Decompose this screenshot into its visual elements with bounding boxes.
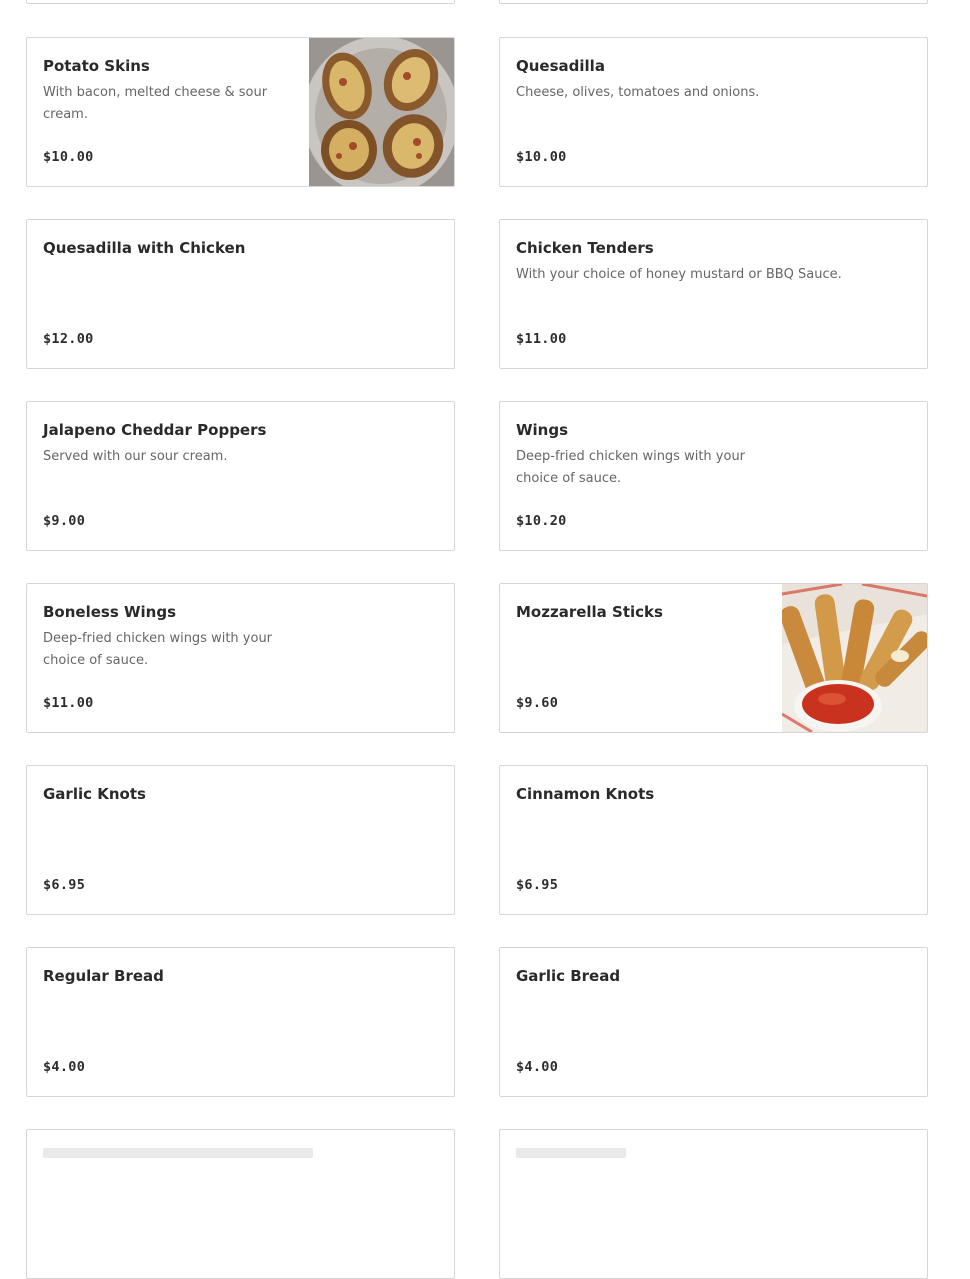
menu-item-name: Quesadilla <box>516 57 605 75</box>
menu-item-card-garlic-knots[interactable]: Garlic Knots $6.95 <box>26 765 455 915</box>
menu-item-card-quesadilla[interactable]: Quesadilla Cheese, olives, tomatoes and … <box>499 37 928 187</box>
menu-item-price: $6.95 <box>43 877 86 893</box>
menu-item-name: Jalapeno Cheddar Poppers <box>43 421 267 439</box>
menu-item-description: Deep-fried chicken wings with your choic… <box>516 449 746 486</box>
menu-item-card-partial-bottom-left[interactable] <box>26 1129 455 1279</box>
menu-item-card-partial-top-left[interactable] <box>26 0 455 4</box>
menu-item-card-partial-bottom-right[interactable] <box>499 1129 928 1279</box>
menu-item-name: Garlic Bread <box>516 967 621 985</box>
menu-item-description: Served with our sour cream. <box>43 449 228 464</box>
truncated-item-name <box>43 1148 313 1158</box>
menu-item-card-chicken-tenders[interactable]: Chicken Tenders With your choice of hone… <box>499 219 928 369</box>
menu-item-price: $10.00 <box>43 149 94 165</box>
menu-item-card-quesadilla-with-chicken[interactable]: Quesadilla with Chicken $12.00 <box>26 219 455 369</box>
menu-item-name: Mozzarella Sticks <box>516 603 663 621</box>
menu-item-name: Garlic Knots <box>43 785 146 803</box>
menu-item-card-partial-top-right[interactable] <box>499 0 928 4</box>
menu-item-price: $11.00 <box>516 331 567 347</box>
menu-item-price: $10.00 <box>516 149 567 165</box>
menu-item-price: $11.00 <box>43 695 94 711</box>
truncated-item-name <box>516 1148 626 1158</box>
menu-item-card-potato-skins[interactable]: Potato Skins With bacon, melted cheese &… <box>26 37 455 187</box>
menu-item-description: Deep-fried chicken wings with your choic… <box>43 631 273 668</box>
menu-item-card-regular-bread[interactable]: Regular Bread $4.00 <box>26 947 455 1097</box>
menu-item-price: $9.60 <box>516 695 559 711</box>
menu-item-description: Cheese, olives, tomatoes and onions. <box>516 85 760 100</box>
menu-item-name: Potato Skins <box>43 57 150 75</box>
menu-item-card-mozzarella-sticks[interactable]: Mozzarella Sticks $9.60 <box>499 583 928 733</box>
menu-item-description: With your choice of honey mustard or BBQ… <box>516 267 842 282</box>
menu-item-card-cinnamon-knots[interactable]: Cinnamon Knots $6.95 <box>499 765 928 915</box>
menu-item-price: $4.00 <box>43 1059 86 1075</box>
mozzarella-sticks-photo <box>782 584 927 732</box>
menu-item-name: Boneless Wings <box>43 603 177 621</box>
menu-item-card-wings[interactable]: Wings Deep-fried chicken wings with your… <box>499 401 928 551</box>
menu-item-card-jalapeno-cheddar-poppers[interactable]: Jalapeno Cheddar Poppers Served with our… <box>26 401 455 551</box>
menu-item-name: Quesadilla with Chicken <box>43 239 246 257</box>
menu-item-price: $4.00 <box>516 1059 559 1075</box>
menu-item-name: Cinnamon Knots <box>516 785 655 803</box>
menu-item-card-boneless-wings[interactable]: Boneless Wings Deep-fried chicken wings … <box>26 583 455 733</box>
menu-item-name: Regular Bread <box>43 967 164 985</box>
menu-item-price: $9.00 <box>43 513 86 529</box>
menu-item-card-garlic-bread[interactable]: Garlic Bread $4.00 <box>499 947 928 1097</box>
menu-item-description: With bacon, melted cheese & sour cream. <box>43 85 268 122</box>
menu-item-price: $6.95 <box>516 877 559 893</box>
menu-item-name: Wings <box>516 421 569 439</box>
menu-item-price: $10.20 <box>516 513 567 529</box>
potato-skins-photo <box>309 38 454 186</box>
menu-item-name: Chicken Tenders <box>516 239 654 257</box>
menu-item-price: $12.00 <box>43 331 94 347</box>
